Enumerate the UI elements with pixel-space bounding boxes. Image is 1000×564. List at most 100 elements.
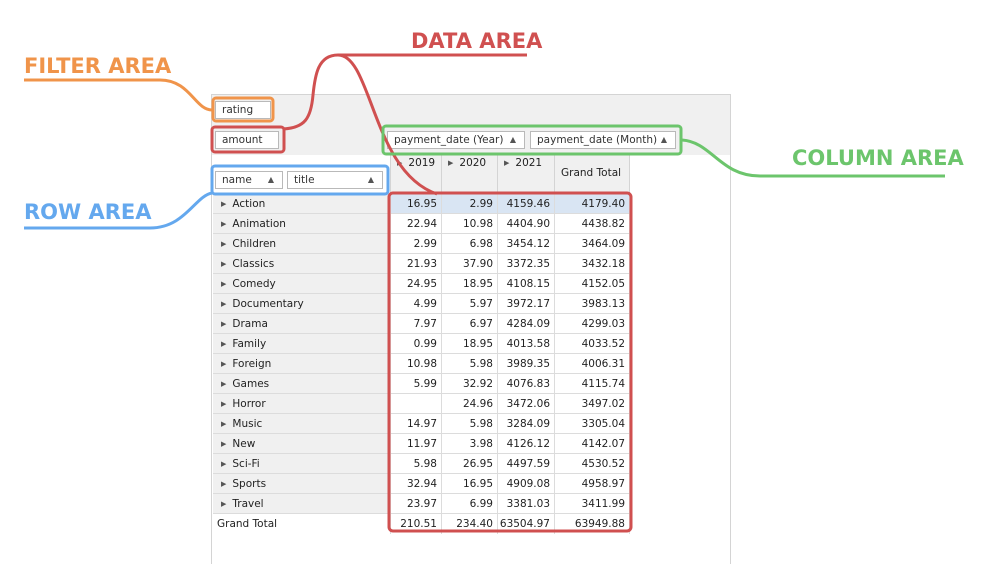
row-header[interactable]: ▶ Family [213, 334, 390, 354]
data-cell[interactable]: 3381.03 [497, 494, 554, 514]
data-cell[interactable]: 6.97 [441, 314, 497, 334]
data-cell[interactable]: 16.95 [441, 474, 497, 494]
data-cell[interactable]: 4909.08 [497, 474, 554, 494]
data-cell[interactable]: 32.94 [390, 474, 441, 494]
data-cell[interactable]: 4.99 [390, 294, 441, 314]
data-cell[interactable]: 4108.15 [497, 274, 554, 294]
data-cell[interactable]: 26.95 [441, 454, 497, 474]
data-cell[interactable]: 3989.35 [497, 354, 554, 374]
data-cell[interactable]: 3472.06 [497, 394, 554, 414]
expand-icon[interactable]: ▶ [221, 494, 226, 514]
data-cell[interactable]: 3372.35 [497, 254, 554, 274]
expand-icon[interactable]: ▶ [221, 454, 226, 474]
data-cell[interactable]: 4284.09 [497, 314, 554, 334]
data-cell[interactable]: 22.94 [390, 214, 441, 234]
data-cell[interactable]: 6.99 [441, 494, 497, 514]
row-header[interactable]: ▶ New [213, 434, 390, 454]
data-cell[interactable]: 4179.40 [554, 194, 630, 214]
data-cell[interactable]: 3284.09 [497, 414, 554, 434]
data-cell[interactable]: 3972.17 [497, 294, 554, 314]
data-cell[interactable]: 4438.82 [554, 214, 630, 234]
data-cell[interactable]: 3454.12 [497, 234, 554, 254]
row-header[interactable]: ▶ Sci-Fi [213, 454, 390, 474]
data-cell[interactable]: 4299.03 [554, 314, 630, 334]
row-header[interactable]: ▶ Documentary [213, 294, 390, 314]
data-cell[interactable]: 3983.13 [554, 294, 630, 314]
data-cell[interactable]: 5.97 [441, 294, 497, 314]
expand-icon[interactable]: ▶ [221, 214, 226, 234]
column-field-year[interactable]: payment_date (Year) ▲ [387, 131, 525, 149]
data-cell[interactable]: 14.97 [390, 414, 441, 434]
data-cell[interactable]: 4126.12 [497, 434, 554, 454]
expand-icon[interactable]: ▶ [221, 294, 226, 314]
column-header[interactable]: ▶ 2020 [441, 155, 497, 193]
data-cell[interactable]: 4033.52 [554, 334, 630, 354]
data-cell[interactable]: 5.98 [441, 354, 497, 374]
filter-field-rating[interactable]: rating [215, 101, 271, 119]
data-cell[interactable]: 2.99 [441, 194, 497, 214]
expand-icon[interactable]: ▶ [221, 274, 226, 294]
data-cell[interactable]: 4076.83 [497, 374, 554, 394]
row-header[interactable]: ▶ Foreign [213, 354, 390, 374]
data-cell[interactable]: 16.95 [390, 194, 441, 214]
data-cell[interactable]: 11.97 [390, 434, 441, 454]
data-cell[interactable]: 5.98 [390, 454, 441, 474]
sort-asc-icon[interactable]: ▲ [368, 172, 374, 188]
expand-icon[interactable]: ▶ [221, 194, 226, 214]
row-header[interactable]: ▶ Comedy [213, 274, 390, 294]
row-header[interactable]: ▶ Horror [213, 394, 390, 414]
data-cell[interactable]: 10.98 [390, 354, 441, 374]
data-cell[interactable]: 3305.04 [554, 414, 630, 434]
data-cell[interactable]: 2.99 [390, 234, 441, 254]
data-cell[interactable]: 3.98 [441, 434, 497, 454]
row-field-name[interactable]: name ▲ [215, 171, 283, 189]
data-cell[interactable]: 4142.07 [554, 434, 630, 454]
grand-total-cell[interactable]: 63949.88 [554, 514, 630, 534]
data-cell[interactable]: 0.99 [390, 334, 441, 354]
expand-icon[interactable]: ▶ [504, 155, 509, 171]
expand-icon[interactable]: ▶ [221, 254, 226, 274]
expand-icon[interactable]: ▶ [221, 374, 226, 394]
row-header[interactable]: ▶ Travel [213, 494, 390, 514]
data-cell[interactable]: 4006.31 [554, 354, 630, 374]
sort-asc-icon[interactable]: ▲ [661, 132, 667, 148]
row-field-title[interactable]: title ▲ [287, 171, 383, 189]
row-header[interactable]: ▶ Music [213, 414, 390, 434]
data-cell[interactable]: 37.90 [441, 254, 497, 274]
data-cell[interactable]: 3432.18 [554, 254, 630, 274]
row-header[interactable]: ▶ Classics [213, 254, 390, 274]
data-cell[interactable]: 4159.46 [497, 194, 554, 214]
expand-icon[interactable]: ▶ [221, 434, 226, 454]
data-cell[interactable]: 7.97 [390, 314, 441, 334]
expand-icon[interactable]: ▶ [448, 155, 453, 171]
data-cell[interactable]: 32.92 [441, 374, 497, 394]
row-header[interactable]: ▶ Children [213, 234, 390, 254]
sort-asc-icon[interactable]: ▲ [268, 172, 274, 188]
data-cell[interactable]: 4530.52 [554, 454, 630, 474]
column-header[interactable]: ▶ 2021 [497, 155, 554, 193]
expand-icon[interactable]: ▶ [221, 354, 226, 374]
expand-icon[interactable]: ▶ [221, 394, 226, 414]
data-cell[interactable]: 5.98 [441, 414, 497, 434]
row-header[interactable]: ▶ Games [213, 374, 390, 394]
data-cell[interactable]: 4013.58 [497, 334, 554, 354]
data-cell[interactable]: 18.95 [441, 334, 497, 354]
data-cell[interactable]: 18.95 [441, 274, 497, 294]
data-cell[interactable]: 21.93 [390, 254, 441, 274]
grand-total-cell[interactable]: 63504.97 [497, 514, 554, 534]
data-cell[interactable]: 24.95 [390, 274, 441, 294]
data-cell[interactable]: 5.99 [390, 374, 441, 394]
row-header[interactable]: ▶ Animation [213, 214, 390, 234]
sort-asc-icon[interactable]: ▲ [510, 132, 516, 148]
expand-icon[interactable]: ▶ [221, 334, 226, 354]
data-field-amount[interactable]: amount [215, 131, 279, 149]
grand-total-cell[interactable]: 210.51 [390, 514, 441, 534]
expand-icon[interactable]: ▶ [221, 414, 226, 434]
grand-total-cell[interactable]: 234.40 [441, 514, 497, 534]
expand-icon[interactable]: ▶ [221, 234, 226, 254]
expand-icon[interactable]: ▶ [397, 155, 402, 171]
data-cell[interactable] [390, 394, 441, 414]
data-cell[interactable]: 4497.59 [497, 454, 554, 474]
column-field-month[interactable]: payment_date (Month) ▲ [530, 131, 676, 149]
row-header[interactable]: ▶ Drama [213, 314, 390, 334]
